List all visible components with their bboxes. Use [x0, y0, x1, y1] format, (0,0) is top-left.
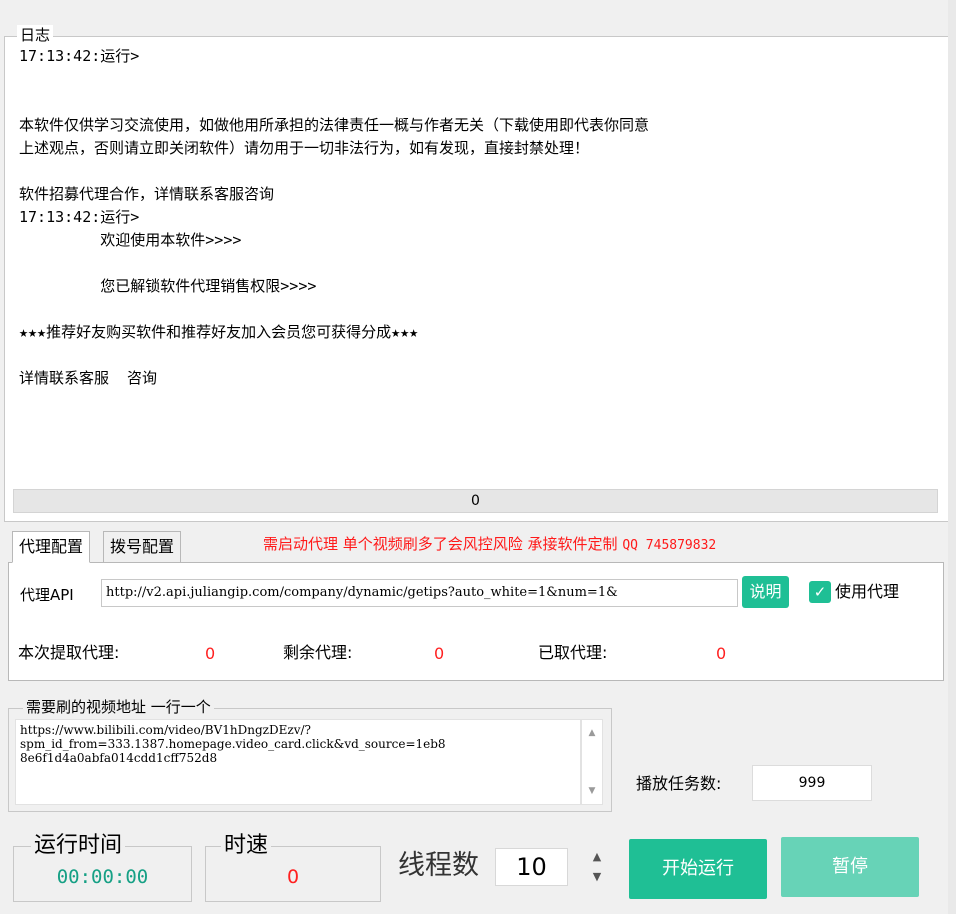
runtime-group: 运行时间 00:00:00 — [13, 833, 192, 902]
log-legend: 日志 — [17, 25, 54, 45]
help-button[interactable]: 说明 — [742, 576, 789, 608]
api-url-input[interactable]: http://v2.api.juliangip.com/company/dyna… — [101, 579, 738, 607]
runtime-legend: 运行时间 — [31, 833, 126, 859]
taken-proxy-value: 0 — [716, 644, 727, 663]
check-icon: ✓ — [813, 583, 827, 601]
tab-proxy-config[interactable]: 代理配置 — [12, 531, 91, 563]
use-proxy-label[interactable]: 使用代理 — [835, 581, 899, 603]
video-url-legend: 需要刷的视频地址 一行一个 — [23, 697, 214, 717]
fetched-proxy-label: 本次提取代理: — [18, 643, 120, 662]
progress-bar: 0 — [13, 489, 938, 513]
chevron-up-icon[interactable]: ▲ — [582, 728, 602, 738]
window-top-strip — [0, 0, 956, 6]
task-count-input[interactable]: 999 — [752, 765, 872, 801]
speed-group: 时速 0 — [205, 833, 381, 902]
triangle-up-icon[interactable]: ▲ — [578, 847, 616, 867]
window-right-edge — [948, 0, 956, 914]
triangle-down-icon[interactable]: ▼ — [578, 867, 616, 887]
video-url-group: 需要刷的视频地址 一行一个 https://www.bilibili.com/v… — [8, 697, 612, 812]
video-url-textarea[interactable]: https://www.bilibili.com/video/BV1hDngzD… — [15, 719, 581, 805]
fetched-proxy-value: 0 — [205, 644, 216, 663]
task-count-label: 播放任务数: — [636, 774, 722, 793]
tab-dial-config[interactable]: 拨号配置 — [103, 531, 182, 563]
log-output[interactable]: 17:13:42:运行> 本软件仅供学习交流使用，如做他用所承担的法律责任一概与… — [19, 45, 929, 485]
threads-spinner[interactable]: ▲ ▼ — [578, 847, 616, 887]
remaining-proxy-value: 0 — [434, 644, 445, 663]
use-proxy-checkbox[interactable]: ✓ — [809, 581, 831, 603]
pause-button[interactable]: 暂停 — [781, 837, 919, 897]
log-group: 日志 17:13:42:运行> 本软件仅供学习交流使用，如做他用所承担的法律责任… — [4, 25, 950, 522]
api-label: 代理API — [20, 586, 74, 604]
runtime-value: 00:00:00 — [56, 866, 149, 888]
warning-text: 需启动代理 单个视频刷多了会风控风险 承接软件定制 QQ 745879832 — [263, 533, 716, 557]
url-scrollbar[interactable]: ▲ ▼ — [581, 719, 603, 805]
warning-message: 需启动代理 单个视频刷多了会风控风险 承接软件定制 — [263, 535, 623, 553]
warning-qq: QQ 745879832 — [622, 538, 717, 553]
remaining-proxy-label: 剩余代理: — [283, 643, 353, 662]
speed-value: 0 — [286, 866, 300, 888]
threads-input[interactable]: 10 — [495, 848, 568, 886]
chevron-down-icon[interactable]: ▼ — [582, 786, 602, 796]
speed-legend: 时速 — [221, 833, 272, 859]
start-button[interactable]: 开始运行 — [629, 839, 767, 899]
threads-label: 线程数 — [398, 850, 479, 881]
taken-proxy-label: 已取代理: — [538, 643, 608, 662]
